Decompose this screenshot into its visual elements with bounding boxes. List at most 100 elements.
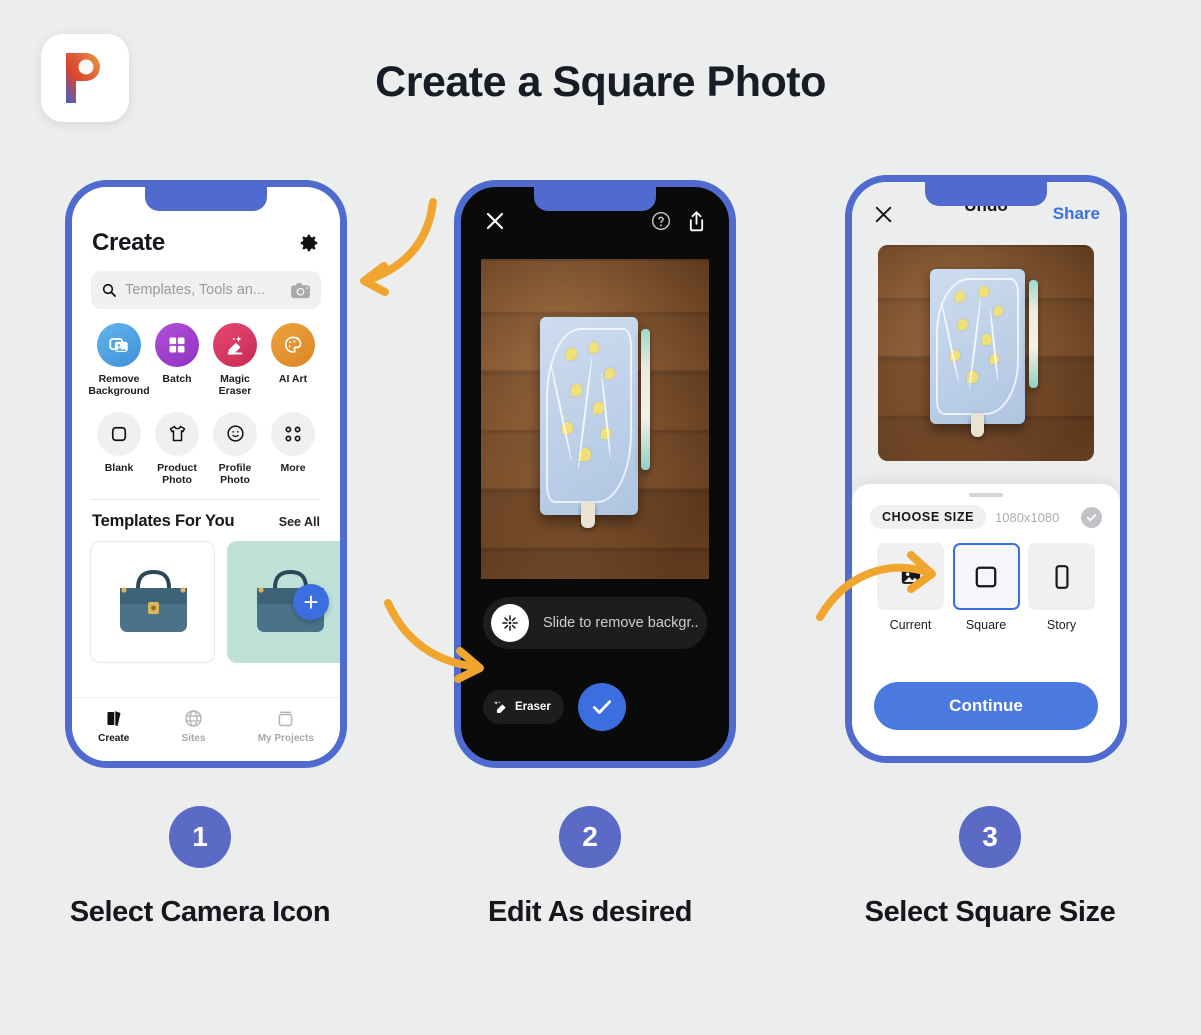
see-all-link[interactable]: See All <box>279 515 320 529</box>
tool-label: Remove Background <box>88 373 150 398</box>
step-1: 1 Select Camera Icon <box>0 806 400 929</box>
tab-label: Create <box>98 732 130 744</box>
slider-label: Slide to remove backgr... <box>543 615 699 631</box>
grid-icon <box>155 323 199 367</box>
tool-row-primary: Remove Background Batch Magic Eraser AI … <box>72 309 340 398</box>
size-option-story[interactable]: Story <box>1028 543 1095 632</box>
remove-background-slider[interactable]: Slide to remove backgr... <box>483 597 707 649</box>
editor-canvas-photo[interactable] <box>481 259 709 579</box>
page-title: Create a Square Photo <box>375 58 826 106</box>
share-button[interactable]: Share <box>1053 204 1100 224</box>
search-input[interactable]: Templates, Tools an... <box>91 271 321 309</box>
camera-icon[interactable] <box>290 282 311 299</box>
tshirt-icon <box>155 411 199 456</box>
tool-label: Batch <box>162 373 192 385</box>
tool-label: Magic Eraser <box>218 373 252 398</box>
phone-notch <box>534 187 656 211</box>
share-icon[interactable] <box>686 210 707 233</box>
close-icon[interactable] <box>872 203 895 226</box>
tool-magic-eraser[interactable]: Magic Eraser <box>206 323 264 398</box>
add-template-button[interactable]: + <box>293 583 329 620</box>
square-icon <box>97 411 141 456</box>
tool-label: Profile Photo <box>218 461 252 487</box>
continue-button[interactable]: Continue <box>874 682 1098 730</box>
cropped-square-photo[interactable] <box>878 245 1094 461</box>
search-placeholder: Templates, Tools an... <box>125 282 265 298</box>
infographic-canvas: Create a Square Photo Create Templates, … <box>0 0 1201 1035</box>
phone-notch <box>925 182 1047 206</box>
phone-mockup-step3: Undo Share <box>845 175 1127 763</box>
tassel-object <box>581 502 596 529</box>
arrow-to-square-option <box>816 551 936 621</box>
close-icon[interactable] <box>483 209 507 233</box>
more-grid-icon <box>271 411 315 456</box>
arrow-to-edit-controls <box>384 599 484 683</box>
pen-object <box>1029 279 1039 388</box>
tool-product-photo[interactable]: Product Photo <box>148 411 206 487</box>
step-caption: Select Camera Icon <box>69 896 331 928</box>
step-number: 3 <box>959 806 1021 868</box>
tool-remove-background[interactable]: Remove Background <box>88 323 150 398</box>
template-carousel[interactable]: + <box>72 531 340 663</box>
handbag-illustration <box>257 569 324 632</box>
notebook-object <box>540 316 639 515</box>
tool-profile-photo[interactable]: Profile Photo <box>206 411 264 487</box>
magic-eraser-icon <box>213 323 257 367</box>
cards-icon <box>106 710 121 726</box>
step-caption: Select Square Size <box>864 896 1116 928</box>
tool-label: Blank <box>104 461 134 474</box>
globe-icon <box>185 709 202 727</box>
tool-ai-art[interactable]: AI Art <box>264 323 322 398</box>
pen-object <box>640 329 650 471</box>
tool-batch[interactable]: Batch <box>148 323 206 398</box>
step-2: 2 Edit As desired <box>400 806 780 929</box>
size-option-label: Story <box>1046 618 1077 632</box>
templates-header: Templates For You See All <box>72 500 340 531</box>
page-heading: Create <box>92 229 165 256</box>
eraser-button[interactable]: Eraser <box>483 690 564 724</box>
gear-icon[interactable] <box>298 232 320 254</box>
step-caption: Edit As desired <box>487 896 693 928</box>
tab-create[interactable]: Create <box>98 708 129 744</box>
phone-notch <box>145 187 267 211</box>
tab-sites[interactable]: Sites <box>181 708 206 744</box>
notebook-object <box>929 268 1025 425</box>
tab-label: Sites <box>181 732 206 744</box>
sparkle-burst-icon <box>502 615 518 631</box>
confirm-button[interactable] <box>577 683 626 731</box>
size-option-label: Square <box>965 618 1007 632</box>
step-3: 3 Select Square Size <box>790 806 1190 929</box>
check-icon <box>592 700 611 714</box>
size-header: CHOOSE SIZE 1080x1080 <box>852 497 1120 529</box>
tab-my-projects[interactable]: My Projects <box>258 708 314 744</box>
smiley-icon <box>213 411 257 456</box>
help-circle-icon[interactable] <box>651 211 671 231</box>
bottom-tab-bar: Create Sites My Projects <box>72 697 340 761</box>
choose-size-label: CHOOSE SIZE <box>870 505 987 529</box>
phone-mockup-step1: Create Templates, Tools an... Remove Bac… <box>65 180 347 768</box>
dimensions-value: 1080x1080 <box>995 509 1060 525</box>
size-option-square[interactable]: Square <box>952 543 1020 632</box>
step-number: 2 <box>559 806 621 868</box>
list-item[interactable]: + <box>227 540 340 663</box>
ai-art-icon <box>271 323 315 367</box>
tool-row-secondary: Blank Product Photo Profile Photo More <box>72 398 340 487</box>
step-number: 1 <box>169 806 231 868</box>
tassel-object <box>970 413 984 438</box>
photos-icon <box>97 323 141 367</box>
tool-more[interactable]: More <box>264 411 322 487</box>
check-badge-icon[interactable] <box>1081 506 1102 528</box>
section-title: Templates For You <box>92 511 235 530</box>
tool-blank[interactable]: Blank <box>90 411 148 487</box>
tool-label: More <box>280 461 306 474</box>
eraser-icon <box>494 701 506 713</box>
eraser-label: Eraser <box>515 701 551 713</box>
story-rect-icon <box>1028 543 1095 610</box>
search-icon <box>102 283 116 297</box>
list-item[interactable] <box>90 540 215 663</box>
tool-label: Product Photo <box>157 461 197 487</box>
handbag-illustration <box>120 569 187 632</box>
square-icon <box>952 543 1020 610</box>
folder-icon <box>278 711 293 726</box>
tool-label: AI Art <box>278 373 308 385</box>
